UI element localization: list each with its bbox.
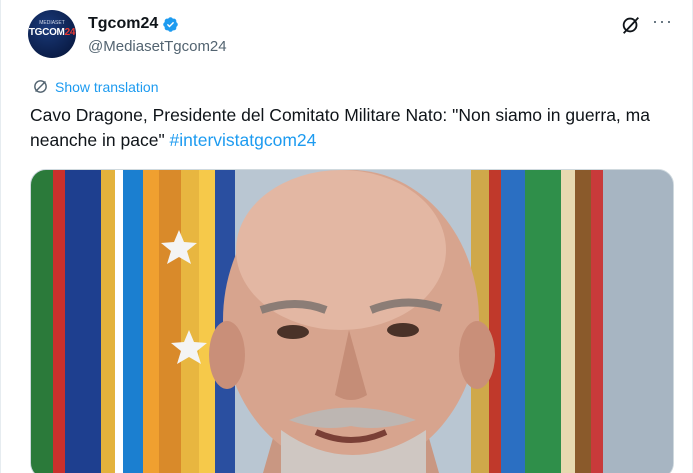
avatar[interactable]: MEDIASET TGCOM24 <box>28 10 76 58</box>
avatar-brand: TGCOM24 <box>28 27 76 38</box>
tweet-media-photo[interactable] <box>30 169 674 473</box>
avatar-brand-top: MEDIASET <box>39 20 65 26</box>
globe-icon <box>34 80 47 93</box>
display-name[interactable]: Tgcom24 <box>88 15 158 33</box>
show-translation-link[interactable]: Show translation <box>32 78 159 95</box>
tweet-card: MEDIASET TGCOM24 Tgcom24 @MediasetTgcom2… <box>0 0 693 473</box>
more-options-button[interactable]: ··· <box>652 12 673 30</box>
tweet-text: Cavo Dragone, Presidente del Comitato Mi… <box>30 103 660 153</box>
grok-icon[interactable] <box>620 14 642 36</box>
tweet-body: Cavo Dragone, Presidente del Comitato Mi… <box>30 105 650 150</box>
verified-badge-icon <box>163 16 179 32</box>
handle[interactable]: @MediasetTgcom24 <box>88 38 227 55</box>
hashtag-link[interactable]: #intervistatgcom24 <box>170 130 317 150</box>
portrait-photo <box>31 170 673 473</box>
show-translation-label: Show translation <box>55 78 159 95</box>
author-name-row[interactable]: Tgcom24 <box>88 15 179 33</box>
